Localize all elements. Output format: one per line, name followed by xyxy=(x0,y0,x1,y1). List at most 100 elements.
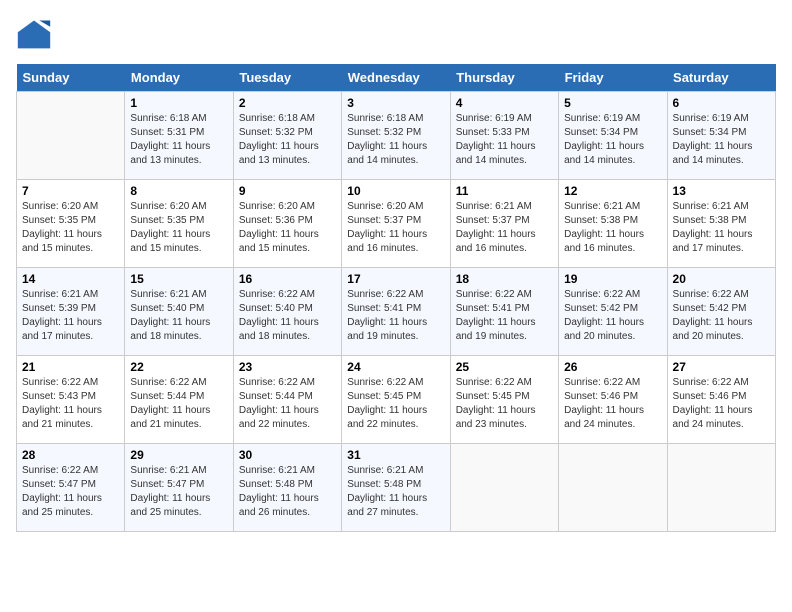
sunrise-label: Sunrise: 6:21 AM xyxy=(564,201,640,212)
calendar-cell: 7Sunrise: 6:20 AMSunset: 5:35 PMDaylight… xyxy=(17,180,125,268)
calendar-cell: 10Sunrise: 6:20 AMSunset: 5:37 PMDayligh… xyxy=(342,180,450,268)
calendar-cell: 26Sunrise: 6:22 AMSunset: 5:46 PMDayligh… xyxy=(559,356,667,444)
sunrise-label: Sunrise: 6:19 AM xyxy=(673,113,749,124)
day-info: Sunrise: 6:18 AMSunset: 5:32 PMDaylight:… xyxy=(239,112,336,168)
day-number: 2 xyxy=(239,96,336,110)
day-number: 21 xyxy=(22,360,119,374)
sunrise-label: Sunrise: 6:21 AM xyxy=(130,289,206,300)
daylight-label: Daylight: 11 hours and 16 minutes. xyxy=(456,229,536,254)
sunrise-label: Sunrise: 6:22 AM xyxy=(22,377,98,388)
day-number: 31 xyxy=(347,448,444,462)
day-info: Sunrise: 6:21 AMSunset: 5:38 PMDaylight:… xyxy=(564,200,661,256)
day-number: 20 xyxy=(673,272,770,286)
day-number: 27 xyxy=(673,360,770,374)
sunrise-label: Sunrise: 6:21 AM xyxy=(347,465,423,476)
day-info: Sunrise: 6:21 AMSunset: 5:48 PMDaylight:… xyxy=(347,464,444,520)
sunset-label: Sunset: 5:37 PM xyxy=(456,215,530,226)
daylight-label: Daylight: 11 hours and 17 minutes. xyxy=(673,229,753,254)
sunset-label: Sunset: 5:36 PM xyxy=(239,215,313,226)
day-info: Sunrise: 6:22 AMSunset: 5:46 PMDaylight:… xyxy=(673,376,770,432)
daylight-label: Daylight: 11 hours and 23 minutes. xyxy=(456,405,536,430)
sunrise-label: Sunrise: 6:22 AM xyxy=(347,377,423,388)
sunrise-label: Sunrise: 6:21 AM xyxy=(239,465,315,476)
sunset-label: Sunset: 5:41 PM xyxy=(456,303,530,314)
daylight-label: Daylight: 11 hours and 19 minutes. xyxy=(456,317,536,342)
day-number: 3 xyxy=(347,96,444,110)
day-info: Sunrise: 6:20 AMSunset: 5:35 PMDaylight:… xyxy=(22,200,119,256)
sunrise-label: Sunrise: 6:22 AM xyxy=(564,289,640,300)
calendar-cell xyxy=(667,444,775,532)
day-number: 16 xyxy=(239,272,336,286)
day-info: Sunrise: 6:22 AMSunset: 5:44 PMDaylight:… xyxy=(130,376,227,432)
sunrise-label: Sunrise: 6:18 AM xyxy=(130,113,206,124)
day-info: Sunrise: 6:21 AMSunset: 5:39 PMDaylight:… xyxy=(22,288,119,344)
daylight-label: Daylight: 11 hours and 14 minutes. xyxy=(564,141,644,166)
sunrise-label: Sunrise: 6:22 AM xyxy=(673,377,749,388)
daylight-label: Daylight: 11 hours and 22 minutes. xyxy=(239,405,319,430)
sunrise-label: Sunrise: 6:22 AM xyxy=(239,289,315,300)
day-number: 17 xyxy=(347,272,444,286)
daylight-label: Daylight: 11 hours and 16 minutes. xyxy=(347,229,427,254)
daylight-label: Daylight: 11 hours and 13 minutes. xyxy=(130,141,210,166)
daylight-label: Daylight: 11 hours and 26 minutes. xyxy=(239,493,319,518)
page-header xyxy=(16,16,776,52)
day-info: Sunrise: 6:18 AMSunset: 5:31 PMDaylight:… xyxy=(130,112,227,168)
calendar-cell: 22 Sunrise: 6:22 AMSunset: 5:44 PMDayligh… xyxy=(125,356,233,444)
day-number: 22 xyxy=(130,360,227,374)
calendar-cell: 20Sunrise: 6:22 AMSunset: 5:42 PMDayligh… xyxy=(667,268,775,356)
calendar-week-row: 21 Sunrise: 6:22 AMSunset: 5:43 PMDayligh… xyxy=(17,356,776,444)
daylight-label: Daylight: 11 hours and 18 minutes. xyxy=(130,317,210,342)
daylight-label: Daylight: 11 hours and 20 minutes. xyxy=(673,317,753,342)
calendar-cell xyxy=(17,92,125,180)
sunrise-label: Sunrise: 6:20 AM xyxy=(239,201,315,212)
day-info: Sunrise: 6:19 AMSunset: 5:34 PMDaylight:… xyxy=(673,112,770,168)
sunset-label: Sunset: 5:44 PM xyxy=(130,391,204,402)
day-info: Sunrise: 6:22 AMSunset: 5:45 PMDaylight:… xyxy=(456,376,553,432)
day-info: Sunrise: 6:22 AM Sunset: 5:41 PM Daylight:… xyxy=(456,288,553,344)
sunrise-label: Sunrise: 6:22 AM xyxy=(456,289,532,300)
logo xyxy=(16,16,56,52)
calendar-cell: 23Sunrise: 6:22 AMSunset: 5:44 PMDayligh… xyxy=(233,356,341,444)
sunrise-label: Sunrise: 6:19 AM xyxy=(456,113,532,124)
calendar-week-row: 28Sunrise: 6:22 AMSunset: 5:47 PMDayligh… xyxy=(17,444,776,532)
day-number: 15 xyxy=(130,272,227,286)
day-info: Sunrise: 6:19 AMSunset: 5:33 PMDaylight:… xyxy=(456,112,553,168)
sunset-label: Sunset: 5:33 PM xyxy=(456,127,530,138)
day-number: 12 xyxy=(564,184,661,198)
calendar-cell: 19Sunrise: 6:22 AMSunset: 5:42 PMDayligh… xyxy=(559,268,667,356)
calendar-cell: 11Sunrise: 6:21 AMSunset: 5:37 PMDayligh… xyxy=(450,180,558,268)
calendar-week-row: 14 Sunrise: 6:21 AMSunset: 5:39 PMDayligh… xyxy=(17,268,776,356)
day-info: Sunrise: 6:22 AMSunset: 5:45 PMDaylight:… xyxy=(347,376,444,432)
weekday-header-saturday: Saturday xyxy=(667,64,775,92)
day-info: Sunrise: 6:22 AMSunset: 5:43 PMDaylight:… xyxy=(22,376,119,432)
calendar-cell: 30Sunrise: 6:21 AMSunset: 5:48 PMDayligh… xyxy=(233,444,341,532)
day-info: Sunrise: 6:19 AMSunset: 5:34 PMDaylight:… xyxy=(564,112,661,168)
calendar-table: SundayMondayTuesdayWednesdayThursdayFrid… xyxy=(16,64,776,532)
daylight-label: Daylight: 11 hours and 24 minutes. xyxy=(673,405,753,430)
calendar-cell: 14 Sunrise: 6:21 AMSunset: 5:39 PMDayligh… xyxy=(17,268,125,356)
sunrise-label: Sunrise: 6:22 AM xyxy=(347,289,423,300)
weekday-header-wednesday: Wednesday xyxy=(342,64,450,92)
daylight-label: Daylight: 11 hours and 14 minutes. xyxy=(347,141,427,166)
day-number: 19 xyxy=(564,272,661,286)
day-info: Sunrise: 6:22 AMSunset: 5:44 PMDaylight:… xyxy=(239,376,336,432)
weekday-header-friday: Friday xyxy=(559,64,667,92)
daylight-label: Daylight: 11 hours and 15 minutes. xyxy=(130,229,210,254)
daylight-label: Daylight: 11 hours and 14 minutes. xyxy=(673,141,753,166)
day-number: 25 xyxy=(456,360,553,374)
daylight-label: Daylight: 11 hours and 17 minutes. xyxy=(22,317,102,342)
day-number: 29 xyxy=(130,448,227,462)
sunset-label: Sunset: 5:37 PM xyxy=(347,215,421,226)
sunset-label: Sunset: 5:46 PM xyxy=(564,391,638,402)
calendar-week-row: 7Sunrise: 6:20 AMSunset: 5:35 PMDaylight… xyxy=(17,180,776,268)
calendar-cell: 25 Sunrise: 6:22 AMSunset: 5:45 PMDayligh… xyxy=(450,356,558,444)
day-number: 14 xyxy=(22,272,119,286)
day-info: Sunrise: 6:22 AMSunset: 5:46 PMDaylight:… xyxy=(564,376,661,432)
sunrise-label: Sunrise: 6:21 AM xyxy=(130,465,206,476)
sunrise-label: Sunrise: 6:22 AM xyxy=(673,289,749,300)
day-info: Sunrise: 6:21 AMSunset: 5:38 PMDaylight:… xyxy=(673,200,770,256)
sunset-label: Sunset: 5:38 PM xyxy=(673,215,747,226)
calendar-cell: 29Sunrise: 6:21 AMSunset: 5:47 PMDayligh… xyxy=(125,444,233,532)
sunset-label: Sunset: 5:35 PM xyxy=(22,215,96,226)
calendar-cell: 21 Sunrise: 6:22 AMSunset: 5:43 PMDayligh… xyxy=(17,356,125,444)
